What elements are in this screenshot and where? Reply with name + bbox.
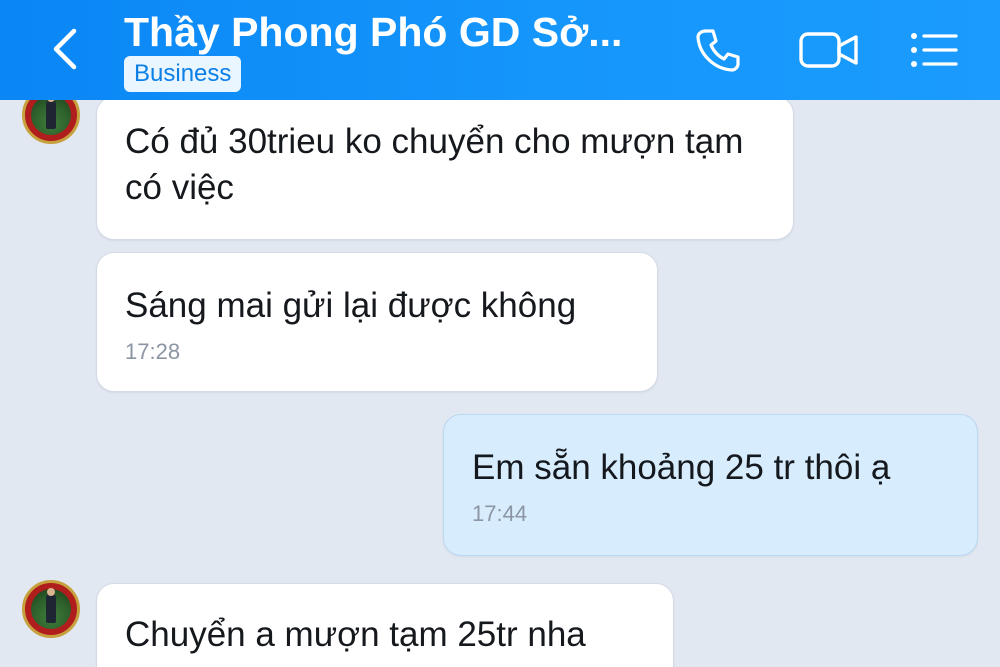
chevron-left-icon: [53, 28, 77, 70]
options-menu-button[interactable]: [904, 20, 964, 80]
call-button[interactable]: [688, 20, 748, 80]
message-text: Có đủ 30trieu ko chuyển cho mượn tạm có …: [125, 122, 744, 207]
message-bubble-outgoing[interactable]: Em sẵn khoảng 25 tr thôi ạ 17:44: [443, 414, 978, 556]
video-call-button[interactable]: [794, 20, 864, 80]
message-timestamp: 17:44: [472, 501, 528, 526]
chat-screen: Thầy Phong Phó GD Sở... Business Có đủ 3…: [0, 0, 1000, 667]
message-text: Sáng mai gửi lại được không: [125, 286, 577, 325]
message-bubble-incoming[interactable]: Có đủ 30trieu ko chuyển cho mượn tạm có …: [96, 96, 794, 240]
message-bubble-incoming[interactable]: Chuyển a mượn tạm 25tr nha: [96, 583, 674, 667]
message-text: Chuyển a mượn tạm 25tr nha: [125, 615, 586, 654]
message-timestamp: 17:28: [125, 339, 181, 364]
contact-name[interactable]: Thầy Phong Phó GD Sở...: [124, 8, 644, 56]
business-badge: Business: [124, 56, 242, 92]
phone-icon: [696, 29, 740, 72]
chat-header: Thầy Phong Phó GD Sở... Business: [0, 0, 1000, 100]
message-text: Em sẵn khoảng 25 tr thôi ạ: [472, 448, 891, 487]
list-menu-icon: [911, 33, 958, 67]
video-camera-icon: [799, 32, 858, 68]
message-bubble-incoming[interactable]: Sáng mai gửi lại được không 17:28: [96, 252, 658, 392]
back-button[interactable]: [38, 22, 92, 76]
contact-avatar[interactable]: [22, 580, 80, 638]
